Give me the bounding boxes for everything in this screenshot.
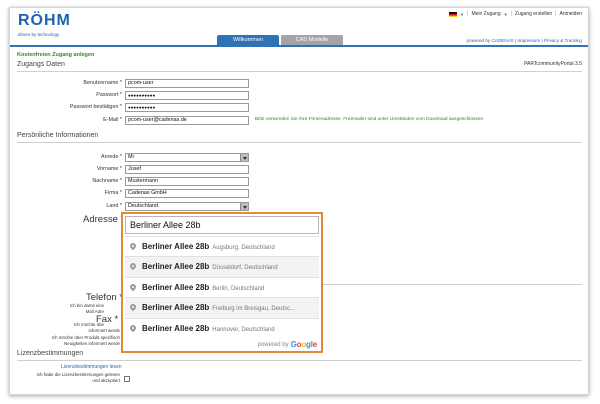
main-tabs: Willkommen CAD Modelle xyxy=(217,35,343,45)
username-label: Benutzername * xyxy=(83,80,122,86)
chevron-down-icon[interactable] xyxy=(240,154,248,161)
map-pin-icon xyxy=(128,241,138,251)
vorname-input[interactable]: Josef xyxy=(125,165,249,174)
chevron-down-icon[interactable] xyxy=(240,203,248,210)
section-divider xyxy=(17,142,582,143)
autocomplete-item[interactable]: Berliner Allee 28b Freiburg im Breisgau, … xyxy=(125,297,319,318)
map-pin-icon xyxy=(128,282,138,292)
password-confirm-input[interactable]: ●●●●●●●●●● xyxy=(125,103,249,112)
top-nav: ▼ | Mein Zugang ▼ | Zugang erstellen | A… xyxy=(449,11,582,17)
header-divider xyxy=(10,45,588,47)
password-label: Passwort * xyxy=(96,92,122,98)
powered-by-cadenas-link[interactable]: powered by CADENAS xyxy=(466,38,513,43)
adresse-label: Adresse * xyxy=(83,214,125,225)
newsletter-consent-text: Ich möchte übe xyxy=(73,322,104,327)
my-access-link[interactable]: Mein Zugang xyxy=(471,11,500,17)
login-link[interactable]: Anmelden xyxy=(559,11,582,17)
section-divider xyxy=(17,71,582,72)
chevron-down-icon[interactable]: ▼ xyxy=(504,12,508,17)
adresse-input[interactable]: Berliner Allee 28b xyxy=(125,216,319,234)
section-title-access: Zugangs Daten xyxy=(17,61,65,68)
header-links: powered by CADENAS | Impressum | Privacy… xyxy=(466,38,582,43)
password-confirm-label: Passwort bestätigen * xyxy=(69,104,122,110)
newsletter-info-text: informiert werde xyxy=(88,328,120,333)
land-value: Deutschland xyxy=(128,203,158,209)
land-label: Land * xyxy=(106,203,122,209)
anrede-select[interactable]: Mr xyxy=(125,153,249,162)
tab-willkommen[interactable]: Willkommen xyxy=(217,35,279,45)
autocomplete-list: Berliner Allee 28b Augsburg, Deutschland … xyxy=(125,236,319,338)
anrede-label: Anrede * xyxy=(101,154,122,160)
map-pin-icon xyxy=(128,262,138,271)
license-accept-text: Ich habe die Lizenzbestimmungen gelesen … xyxy=(36,372,120,383)
anrede-value: Mr xyxy=(128,154,135,160)
fax-label: Fax * xyxy=(96,314,119,325)
autocomplete-item[interactable]: Berliner Allee 28b Hannover, Deutschland xyxy=(125,317,319,338)
firma-label: Firma * xyxy=(104,190,122,196)
username-input[interactable]: pcom-user xyxy=(125,79,249,88)
telefon-label: Telefon * xyxy=(86,292,123,303)
map-pin-icon xyxy=(128,302,138,312)
autocomplete-item[interactable]: Berliner Allee 28b Augsburg, Deutschland xyxy=(125,236,319,257)
section-divider xyxy=(17,360,582,361)
address-autocomplete: Berliner Allee 28b Berliner Allee 28b Aug… xyxy=(121,212,323,353)
roehm-logo[interactable]: RÖHM driven by technology xyxy=(18,12,70,42)
privacy-link[interactable]: Privacy & Tracking xyxy=(544,38,582,43)
chevron-down-icon[interactable]: ▼ xyxy=(460,12,464,17)
autocomplete-item[interactable]: Berliner Allee 28b Berlin, Deutschland xyxy=(125,276,319,298)
land-select[interactable]: Deutschland xyxy=(125,202,249,211)
portal-version: PARTcommunityPortal 3.5 xyxy=(524,61,582,67)
page-title: Kostenfreien Zugang anlegen xyxy=(17,52,95,58)
section-title-personal: Persönliche Informationen xyxy=(17,132,99,139)
logo-wordmark: RÖHM xyxy=(18,12,71,29)
email-input[interactable]: pcom-user@cadenas.de xyxy=(125,116,249,125)
autocomplete-item[interactable]: Berliner Allee 28b Düsseldorf, Deutschlan… xyxy=(125,256,319,277)
impressum-link[interactable]: Impressum xyxy=(517,38,540,43)
nachname-input[interactable]: Mustermann xyxy=(125,177,249,186)
powered-by-google: powered by Google xyxy=(257,340,318,349)
email-label: E-Mail * xyxy=(103,117,122,123)
vorname-label: Vorname * xyxy=(96,166,122,172)
tab-cad-modelle[interactable]: CAD Modelle xyxy=(281,35,343,45)
password-input[interactable]: ●●●●●●●●●● xyxy=(125,91,249,100)
product-news-consent-text: Ich möchte über Produkt spezifisch Neuig… xyxy=(51,335,120,346)
section-title-license: Lizenzbestimmungen xyxy=(17,350,84,357)
license-read-link[interactable]: Lizenzbestimmungen lesen xyxy=(61,364,122,370)
email-consent-text: Ich bin damit einv Mail Adre xyxy=(69,303,104,314)
firma-input[interactable]: Cadenas GmbH xyxy=(125,189,249,198)
german-flag-icon[interactable] xyxy=(449,11,458,17)
email-hint: Bitte verwenden Sie Ihre Firmenadresse, … xyxy=(255,117,484,122)
google-logo: Google xyxy=(290,340,318,349)
logo-tagline: driven by technology xyxy=(18,32,60,37)
browser-frame: RÖHM driven by technology ▼ | Mein Zugan… xyxy=(9,7,589,395)
section-divider xyxy=(323,284,582,285)
create-access-link[interactable]: Zugang erstellen xyxy=(515,11,552,17)
map-pin-icon xyxy=(128,323,138,332)
nachname-label: Nachname * xyxy=(92,178,122,184)
license-accept-checkbox[interactable] xyxy=(124,376,130,382)
